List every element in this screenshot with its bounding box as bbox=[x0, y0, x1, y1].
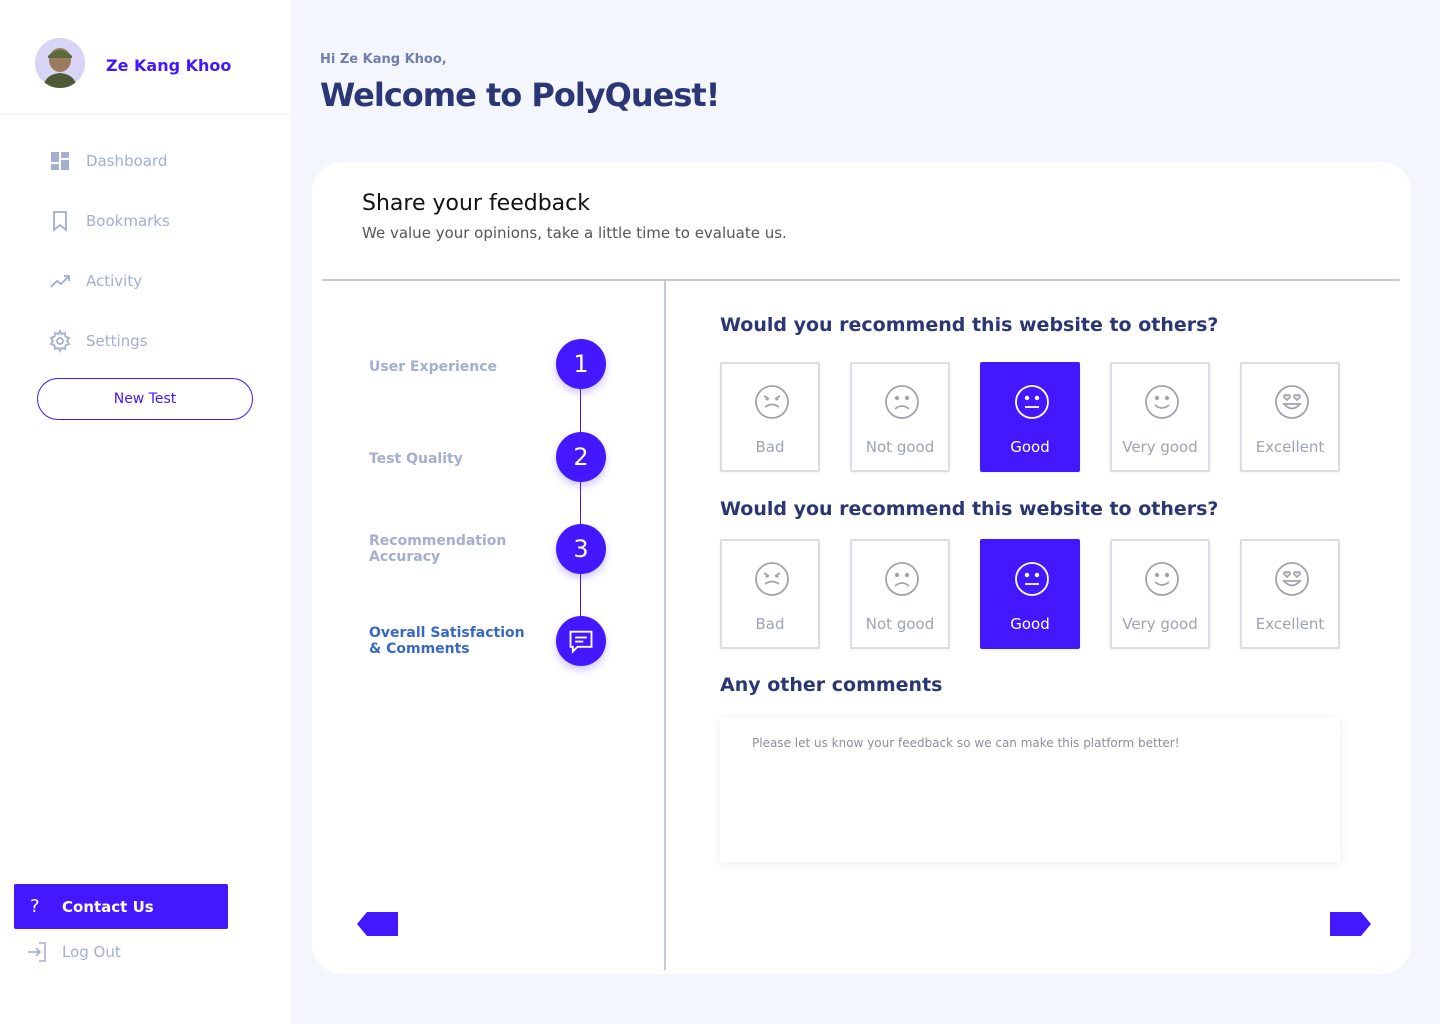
rating-option-label: Good bbox=[1010, 615, 1050, 633]
new-test-button[interactable]: New Test bbox=[37, 378, 253, 420]
smile-face-icon bbox=[1145, 385, 1179, 419]
comments-input[interactable] bbox=[720, 718, 1340, 862]
nav-label-dashboard: Dashboard bbox=[86, 152, 168, 170]
rating-option-not-good[interactable]: Not good bbox=[850, 362, 950, 472]
smile-face-icon bbox=[1145, 562, 1179, 596]
question-2-title: Would you recommend this website to othe… bbox=[720, 498, 1219, 520]
rating-option-label: Very good bbox=[1122, 438, 1198, 456]
rating-option-excellent[interactable]: Excellent bbox=[1240, 539, 1340, 649]
rating-option-excellent[interactable]: Excellent bbox=[1240, 362, 1340, 472]
nav-label-activity: Activity bbox=[86, 272, 143, 290]
previous-button[interactable] bbox=[357, 912, 398, 936]
nav-item-settings[interactable]: Settings bbox=[48, 329, 148, 353]
bookmark-icon bbox=[53, 211, 67, 232]
question-1-title: Would you recommend this website to othe… bbox=[720, 314, 1219, 336]
rating-option-label: Bad bbox=[755, 438, 785, 456]
rating-option-bad[interactable]: Bad bbox=[720, 362, 820, 472]
divider-vertical bbox=[664, 281, 666, 970]
angry-face-icon bbox=[755, 385, 789, 419]
profile-section: Ze Kang Khoo bbox=[0, 0, 290, 115]
greeting: Hi Ze Kang Khoo, bbox=[320, 52, 447, 67]
step-1[interactable]: 1 bbox=[556, 339, 606, 389]
step-label-recommendation-accuracy: Recommendation Accuracy bbox=[369, 533, 507, 565]
rating-option-label: Very good bbox=[1122, 615, 1198, 633]
divider-horizontal bbox=[322, 279, 1400, 281]
heart-eyes-face-icon bbox=[1275, 562, 1309, 596]
nav-label-settings: Settings bbox=[86, 332, 148, 350]
rating-option-label: Bad bbox=[755, 615, 785, 633]
step-label-user-experience: User Experience bbox=[369, 359, 498, 375]
step-3[interactable]: 3 bbox=[556, 524, 606, 574]
heart-eyes-face-icon bbox=[1275, 385, 1309, 419]
next-button[interactable] bbox=[1330, 912, 1371, 936]
feedback-subtitle: We value your opinions, take a little ti… bbox=[362, 224, 787, 242]
logout-button[interactable]: Log Out bbox=[25, 940, 121, 964]
neutral-face-icon bbox=[1015, 562, 1049, 596]
feedback-title: Share your feedback bbox=[362, 191, 591, 216]
rating-option-good[interactable]: Good bbox=[980, 362, 1080, 472]
logout-label: Log Out bbox=[62, 943, 121, 961]
step-label-overall-satisfaction: Overall Satisfaction & Comments bbox=[369, 625, 525, 657]
step-2[interactable]: 2 bbox=[556, 432, 606, 482]
logout-icon bbox=[28, 942, 46, 962]
step-label-test-quality: Test Quality bbox=[369, 451, 463, 467]
rating-option-label: Not good bbox=[865, 615, 935, 633]
rating-option-very-good[interactable]: Very good bbox=[1110, 362, 1210, 472]
nav-item-dashboard[interactable]: Dashboard bbox=[48, 149, 167, 173]
activity-icon bbox=[50, 275, 70, 288]
gear-icon bbox=[49, 329, 71, 353]
chat-icon bbox=[569, 630, 593, 654]
contact-us-button[interactable]: ? Contact Us bbox=[14, 884, 228, 929]
sad-face-icon bbox=[885, 562, 919, 596]
stepper-line bbox=[580, 364, 581, 640]
rating-option-label: Excellent bbox=[1255, 438, 1325, 456]
rating-option-very-good[interactable]: Very good bbox=[1110, 539, 1210, 649]
nav-item-bookmarks[interactable]: Bookmarks bbox=[48, 209, 170, 233]
page-title: Welcome to PolyQuest! bbox=[320, 76, 720, 114]
rating-option-label: Not good bbox=[865, 438, 935, 456]
step-4[interactable] bbox=[556, 616, 606, 666]
angry-face-icon bbox=[755, 562, 789, 596]
neutral-face-icon bbox=[1015, 385, 1049, 419]
profile-name: Ze Kang Khoo bbox=[106, 56, 232, 75]
rating-option-label: Good bbox=[1010, 438, 1050, 456]
sidebar: Ze Kang Khoo Dashboard Bookmarks Activit… bbox=[0, 0, 290, 1024]
avatar[interactable] bbox=[35, 38, 85, 88]
feedback-card: Share your feedback We value your opinio… bbox=[312, 162, 1411, 974]
nav-item-activity[interactable]: Activity bbox=[48, 269, 142, 293]
comments-title: Any other comments bbox=[720, 674, 943, 696]
rating-option-not-good[interactable]: Not good bbox=[850, 539, 950, 649]
nav-label-bookmarks: Bookmarks bbox=[86, 212, 170, 230]
contact-us-label: Contact Us bbox=[62, 897, 154, 916]
help-icon: ? bbox=[30, 896, 40, 917]
rating-option-label: Excellent bbox=[1255, 615, 1325, 633]
rating-option-good[interactable]: Good bbox=[980, 539, 1080, 649]
sad-face-icon bbox=[885, 385, 919, 419]
dashboard-icon bbox=[51, 152, 69, 170]
rating-option-bad[interactable]: Bad bbox=[720, 539, 820, 649]
